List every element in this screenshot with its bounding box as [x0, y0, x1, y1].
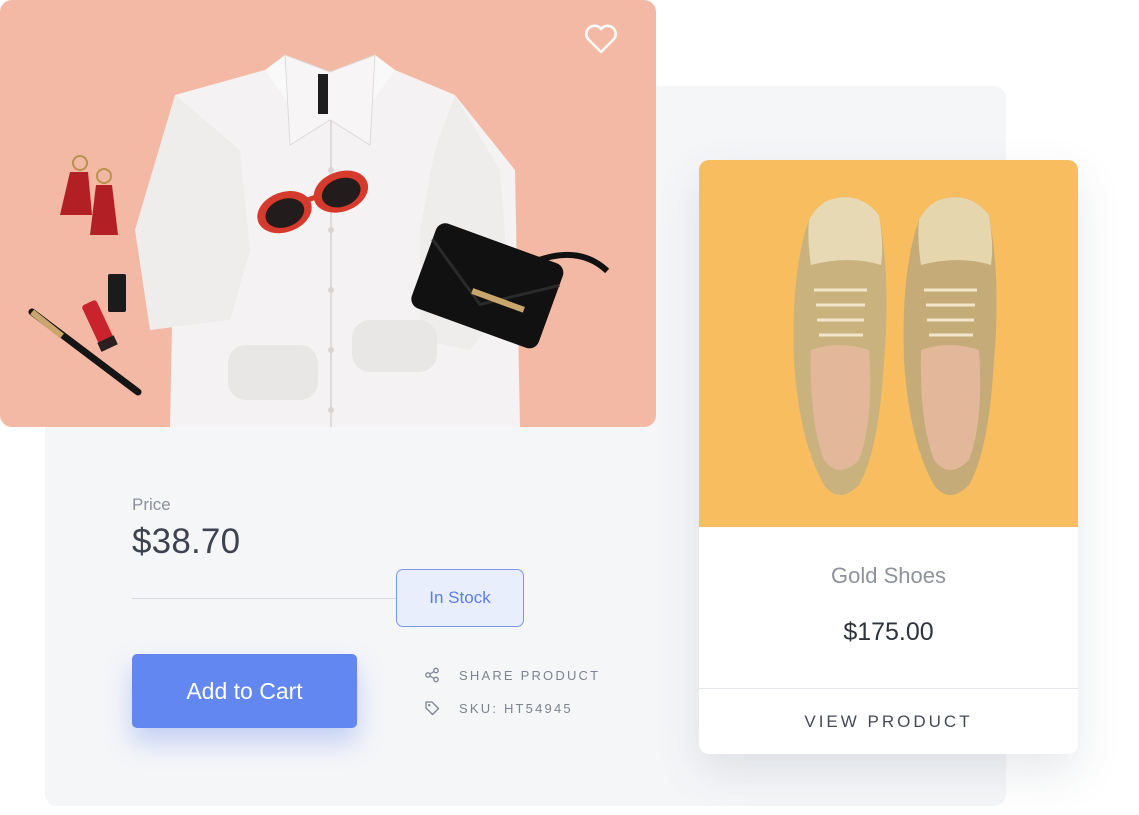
add-to-cart-button[interactable]: Add to Cart [132, 654, 357, 728]
share-product-link[interactable]: SHARE PRODUCT [424, 667, 600, 683]
view-product-button[interactable]: VIEW PRODUCT [699, 689, 1078, 754]
main-product-image [0, 0, 656, 427]
related-product-card: Gold Shoes $175.00 VIEW PRODUCT [699, 160, 1078, 754]
price-label: Price [132, 495, 171, 514]
related-product-name[interactable]: Gold Shoes [699, 563, 1078, 589]
gold-shoes-illustration [793, 197, 997, 495]
related-product-image[interactable] [699, 160, 1078, 527]
price-divider [132, 598, 398, 599]
sku-label: SKU: HT54945 [459, 700, 573, 716]
favorite-heart-icon[interactable] [584, 24, 624, 64]
share-product-label: SHARE PRODUCT [459, 667, 601, 683]
stock-status-badge: In Stock [396, 569, 524, 627]
price-value: $38.70 [132, 522, 241, 561]
sku-row: SKU: HT54945 [424, 700, 573, 716]
share-icon [424, 667, 440, 683]
outfit-illustration [28, 54, 610, 427]
related-product-price: $175.00 [843, 618, 934, 646]
tag-icon [424, 700, 440, 716]
